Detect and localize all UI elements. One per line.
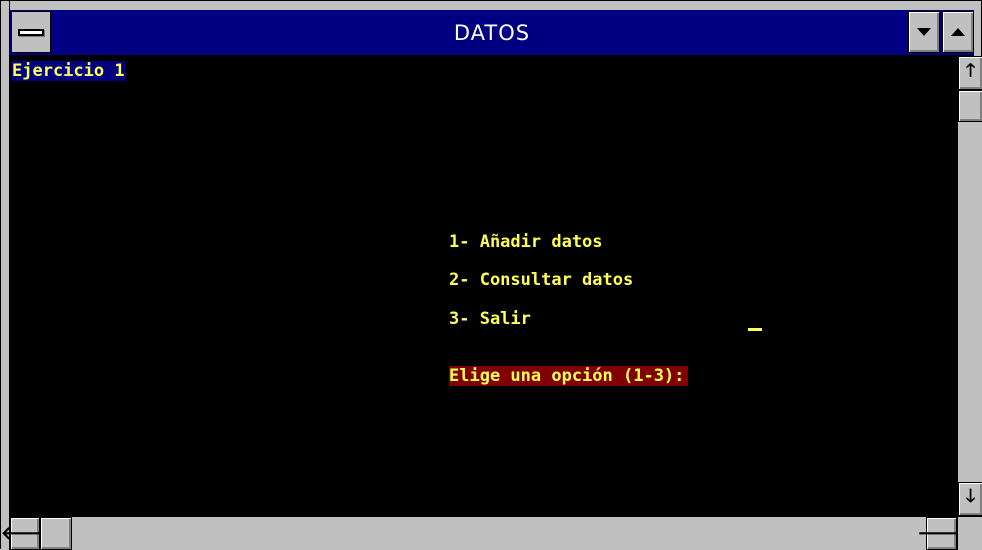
horizontal-scrollbar[interactable]: 🡐 🡒	[1, 516, 966, 550]
console-window: DATOS Ejercicio 1 1- Añadir datos 2- Con…	[0, 0, 982, 550]
scroll-left-button[interactable]: 🡐	[1, 517, 49, 550]
scroll-down-button[interactable]: 🡓	[958, 482, 982, 516]
console-heading: Ejercicio 1	[12, 61, 125, 81]
scrollbar-corner	[957, 516, 982, 550]
maximize-button[interactable]	[942, 11, 974, 53]
menu-option-query: 2- Consultar datos	[449, 270, 634, 290]
window-title: DATOS	[453, 21, 531, 45]
arrow-down-icon: 🡓	[965, 486, 976, 507]
scroll-up-button[interactable]: 🡑	[958, 56, 982, 90]
menu-option-exit: 3- Salir	[449, 309, 531, 329]
option-prompt: Elige una opción (1-3):	[449, 366, 689, 386]
window-left-border	[1, 1, 10, 550]
menu-option-add: 1- Añadir datos	[449, 232, 603, 252]
console-area[interactable]: Ejercicio 1 1- Añadir datos 2- Consultar…	[10, 56, 957, 516]
arrow-up-icon: 🡑	[965, 60, 976, 81]
text-cursor	[748, 328, 762, 331]
minimize-button[interactable]	[908, 11, 940, 53]
maximize-arrow-icon	[951, 28, 965, 36]
title-bar[interactable]: DATOS	[10, 10, 974, 56]
minimize-arrow-icon	[917, 28, 931, 36]
scroll-right-button[interactable]: 🡒	[917, 517, 966, 550]
vertical-scrollbar[interactable]: 🡑 🡓	[957, 56, 982, 516]
vertical-scroll-thumb[interactable]	[958, 90, 982, 122]
horizontal-scroll-thumb[interactable]	[40, 517, 72, 550]
